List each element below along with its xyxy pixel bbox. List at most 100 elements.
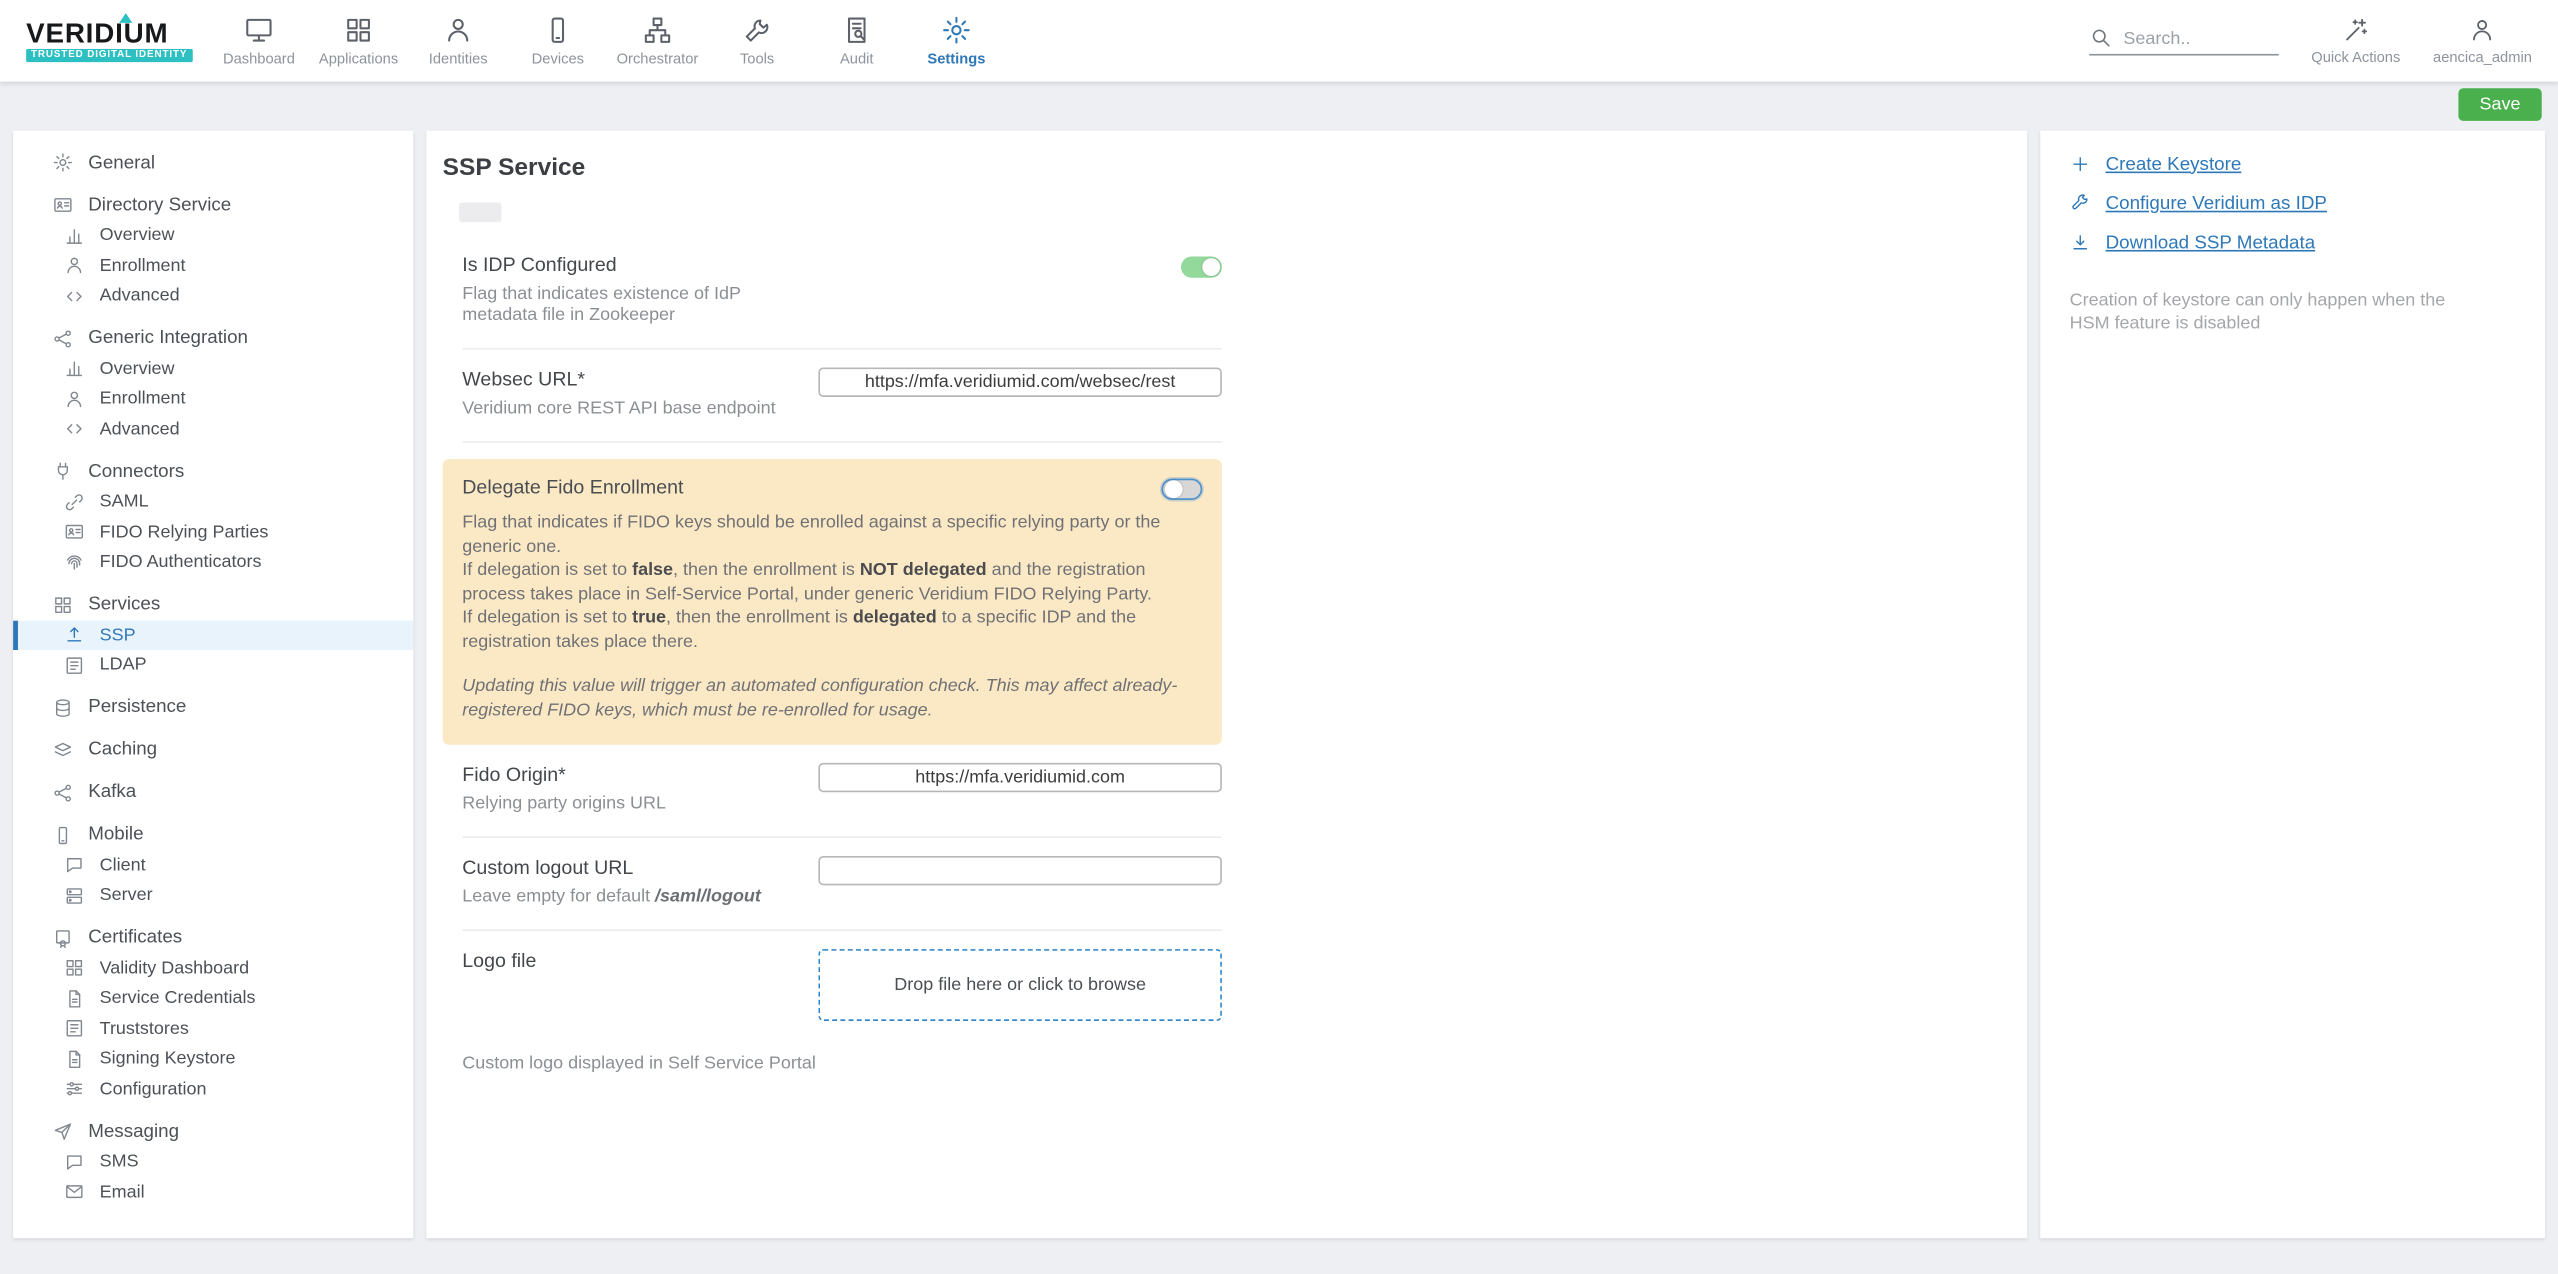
settings-sidebar: General Directory Service Overview Enrol… bbox=[13, 131, 413, 1239]
sidebar-item-configuration[interactable]: Configuration bbox=[13, 1074, 413, 1104]
sidebar-item-kafka[interactable]: Kafka bbox=[13, 777, 413, 808]
sidebar-item-ldap[interactable]: LDAP bbox=[13, 650, 413, 680]
logo-file-label: Logo file bbox=[462, 949, 802, 972]
nav-applications[interactable]: Applications bbox=[309, 15, 409, 67]
page-title: SSP Service bbox=[443, 154, 1992, 182]
create-keystore-link[interactable]: Create Keystore bbox=[2070, 154, 2516, 175]
sidebar-item-validity-dashboard[interactable]: Validity Dashboard bbox=[13, 953, 413, 983]
sidebar-item-generic-enrollment[interactable]: Enrollment bbox=[13, 384, 413, 414]
sidebar-item-caching[interactable]: Caching bbox=[13, 734, 413, 765]
chat-icon bbox=[64, 1151, 85, 1172]
is-idp-configured-toggle[interactable] bbox=[1181, 256, 1222, 277]
sidebar-item-generic-integration[interactable]: Generic Integration bbox=[13, 323, 413, 354]
grid-icon bbox=[64, 958, 85, 979]
sidebar-item-email[interactable]: Email bbox=[13, 1177, 413, 1207]
top-navigation-bar: VERIDIUM TRUSTED DIGITAL IDENTITY Dashbo… bbox=[0, 0, 2558, 82]
search-input[interactable] bbox=[2123, 29, 2278, 49]
person-icon bbox=[64, 388, 85, 409]
fido-origin-input[interactable] bbox=[818, 763, 1221, 792]
wrench-icon bbox=[2070, 193, 2091, 214]
is-idp-description: Flag that indicates existence of IdP met… bbox=[462, 284, 802, 326]
chart-icon bbox=[64, 358, 85, 379]
user-menu[interactable]: aencica_admin bbox=[2433, 16, 2532, 65]
sidebar-item-generic-advanced[interactable]: Advanced bbox=[13, 414, 413, 444]
global-search bbox=[2089, 26, 2278, 55]
quick-actions-button[interactable]: Quick Actions bbox=[2311, 16, 2400, 65]
fido-origin-label: Fido Origin* bbox=[462, 763, 802, 786]
audit-icon bbox=[841, 15, 872, 46]
sidebar-item-sms[interactable]: SMS bbox=[13, 1147, 413, 1177]
download-icon bbox=[2070, 232, 2091, 253]
chart-icon bbox=[64, 225, 85, 246]
nav-tools[interactable]: Tools bbox=[707, 15, 807, 67]
custom-logout-description: Leave empty for default /saml/logout bbox=[462, 887, 802, 908]
sidebar-item-generic-overview[interactable]: Overview bbox=[13, 354, 413, 384]
sidebar-item-certificates[interactable]: Certificates bbox=[13, 922, 413, 953]
sidebar-item-fido-relying-parties[interactable]: FIDO Relying Parties bbox=[13, 517, 413, 547]
sidebar-item-directory-enrollment[interactable]: Enrollment bbox=[13, 251, 413, 281]
save-button[interactable]: Save bbox=[2458, 88, 2541, 121]
logo-accent-mark bbox=[119, 13, 132, 23]
nav-dashboard[interactable]: Dashboard bbox=[209, 15, 309, 67]
tab-saml-configuration[interactable] bbox=[501, 203, 543, 223]
websec-url-input[interactable] bbox=[818, 368, 1221, 397]
actions-list: Create Keystore Configure Veridium as ID… bbox=[2070, 154, 2516, 254]
delegate-fido-description: Flag that indicates if FIDO keys should … bbox=[462, 511, 1202, 653]
sidebar-item-mobile[interactable]: Mobile bbox=[13, 819, 413, 850]
code-icon bbox=[64, 285, 85, 306]
sidebar-item-directory-advanced[interactable]: Advanced bbox=[13, 281, 413, 311]
actions-panel: Create Keystore Configure Veridium as ID… bbox=[2040, 131, 2545, 1239]
document-icon bbox=[64, 988, 85, 1009]
sidebar-item-truststores[interactable]: Truststores bbox=[13, 1014, 413, 1044]
server-icon bbox=[64, 885, 85, 906]
field-custom-logout-url: Custom logout URL Leave empty for defaul… bbox=[462, 838, 1222, 931]
logo-tagline: TRUSTED DIGITAL IDENTITY bbox=[26, 49, 192, 62]
tab-general[interactable] bbox=[459, 203, 501, 223]
nav-audit[interactable]: Audit bbox=[807, 15, 907, 67]
sidebar-item-saml[interactable]: SAML bbox=[13, 487, 413, 517]
tab-key-management[interactable] bbox=[544, 203, 586, 223]
search-icon bbox=[2089, 26, 2112, 49]
chat-icon bbox=[64, 855, 85, 876]
sidebar-item-fido-authenticators[interactable]: FIDO Authenticators bbox=[13, 547, 413, 577]
certificate-icon bbox=[52, 927, 73, 948]
sidebar-item-directory-overview[interactable]: Overview bbox=[13, 221, 413, 251]
logo-dropzone[interactable]: Drop file here or click to browse bbox=[818, 949, 1221, 1021]
wand-icon bbox=[2342, 16, 2370, 44]
identities-icon bbox=[443, 15, 474, 46]
sidebar-item-ssp[interactable]: SSP bbox=[13, 620, 413, 650]
sidebar-item-service-credentials[interactable]: Service Credentials bbox=[13, 983, 413, 1013]
sidebar-item-services[interactable]: Services bbox=[13, 589, 413, 620]
plug-icon bbox=[52, 461, 73, 482]
send-icon bbox=[52, 1121, 73, 1142]
phone-icon bbox=[52, 824, 73, 845]
nav-devices[interactable]: Devices bbox=[508, 15, 608, 67]
sidebar-item-client[interactable]: Client bbox=[13, 850, 413, 880]
grid-icon bbox=[52, 594, 73, 615]
nav-settings[interactable]: Settings bbox=[907, 15, 1007, 67]
field-websec-url: Websec URL* Veridium core REST API base … bbox=[462, 350, 1222, 443]
applications-icon bbox=[343, 15, 374, 46]
nodes-icon bbox=[52, 328, 73, 349]
user-icon bbox=[2469, 16, 2497, 44]
sidebar-item-persistence[interactable]: Persistence bbox=[13, 692, 413, 723]
sliders-icon bbox=[64, 1079, 85, 1100]
tab-identity-provider[interactable] bbox=[586, 203, 628, 223]
configure-veridium-idp-link[interactable]: Configure Veridium as IDP bbox=[2070, 193, 2516, 214]
sidebar-item-directory-service[interactable]: Directory Service bbox=[13, 189, 413, 220]
delegate-fido-toggle[interactable] bbox=[1161, 479, 1202, 500]
sidebar-item-messaging[interactable]: Messaging bbox=[13, 1116, 413, 1147]
sidebar-item-server[interactable]: Server bbox=[13, 880, 413, 910]
sidebar-item-signing-keystore[interactable]: Signing Keystore bbox=[13, 1044, 413, 1074]
custom-logout-input[interactable] bbox=[818, 856, 1221, 885]
sidebar-item-general[interactable]: General bbox=[13, 147, 413, 178]
topbar-right-cluster: Quick Actions aencica_admin bbox=[2089, 16, 2532, 65]
tools-icon bbox=[742, 15, 773, 46]
sidebar-item-connectors[interactable]: Connectors bbox=[13, 456, 413, 487]
dashboard-icon bbox=[243, 15, 274, 46]
veridium-logo[interactable]: VERIDIUM TRUSTED DIGITAL IDENTITY bbox=[26, 20, 189, 62]
upload-icon bbox=[64, 624, 85, 645]
nav-identities[interactable]: Identities bbox=[408, 15, 508, 67]
nav-orchestrator[interactable]: Orchestrator bbox=[608, 15, 708, 67]
download-ssp-metadata-link[interactable]: Download SSP Metadata bbox=[2070, 232, 2516, 253]
